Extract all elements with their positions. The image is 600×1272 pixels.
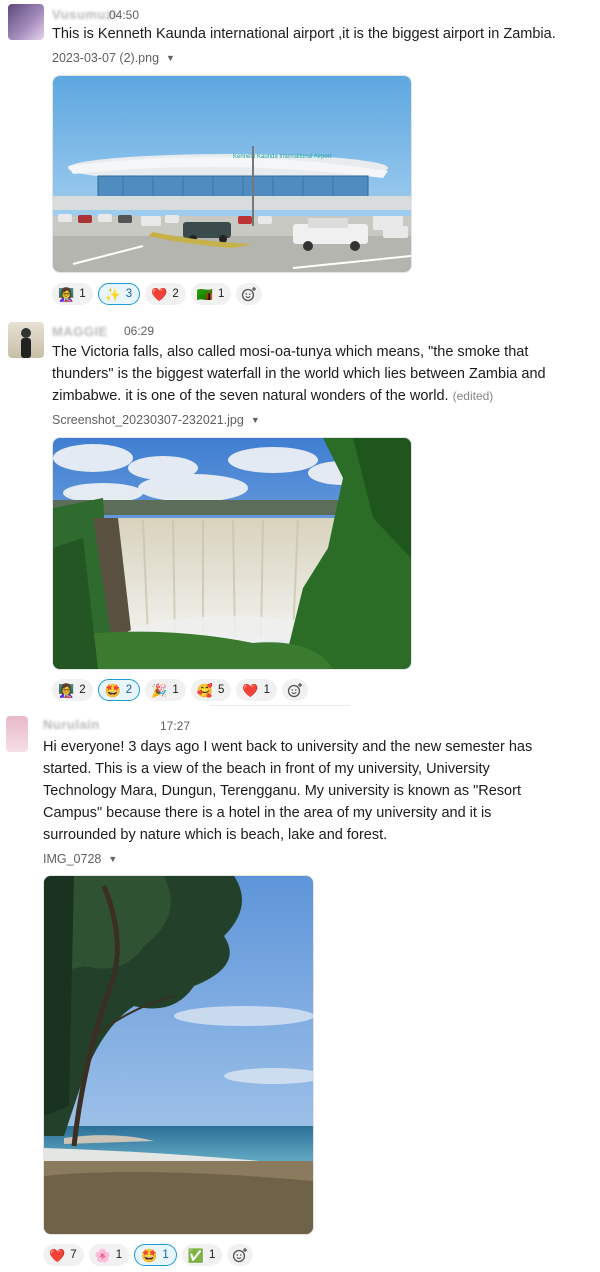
reaction-pill[interactable]: ❤️ 2 — [145, 283, 186, 305]
reaction-emoji: ❤️ — [242, 682, 259, 698]
reaction-emoji: 🌸 — [94, 1247, 111, 1263]
reaction-pill[interactable]: ❤️ 7 — [43, 1244, 84, 1266]
reaction-pill[interactable]: 🌸 1 — [88, 1244, 130, 1266]
airport-image: Kenneth Kaunda International Airport — [53, 76, 411, 272]
reaction-pill[interactable]: ✅ 1 — [181, 1244, 223, 1266]
file-name[interactable]: IMG_0728 ▼ — [43, 852, 117, 866]
reaction-count: 2 — [125, 684, 133, 696]
beach-image — [44, 876, 313, 1234]
reactions-bar: ❤️ 7 🌸 1 🤩 1 ✅ 1 — [43, 1244, 254, 1266]
message-text: Hi everyone! 3 days ago I went back to u… — [43, 739, 533, 843]
image-attachment[interactable] — [52, 437, 412, 670]
reaction-pill[interactable]: 👩‍🏫 1 — [52, 283, 93, 305]
author-name[interactable]: Nurulain — [43, 717, 100, 732]
waterfall-image — [53, 438, 411, 669]
reaction-emoji: ✨ — [104, 286, 121, 302]
reaction-emoji: 🤩 — [104, 682, 121, 698]
airport-sign: Kenneth Kaunda International Airport — [233, 154, 332, 160]
reaction-count: 1 — [79, 288, 86, 300]
reaction-pill[interactable]: 👩‍🏫 2 — [52, 679, 93, 701]
reaction-count: 7 — [70, 1249, 77, 1261]
file-name[interactable]: Screenshot_20230307-232021.jpg ▼ — [52, 413, 260, 427]
caret-down-icon[interactable]: ▼ — [108, 854, 117, 864]
image-attachment[interactable] — [43, 875, 314, 1235]
add-reaction-button[interactable] — [281, 679, 308, 701]
reaction-count: 2 — [172, 288, 179, 300]
reaction-emoji: 🤩 — [141, 1247, 158, 1263]
divider — [210, 705, 350, 706]
reaction-count: 1 — [115, 1249, 123, 1261]
reactions-bar: 👩‍🏫 2 🤩 2 🎉 1 🥰 5 ❤️ 1 — [52, 679, 308, 701]
reaction-pill[interactable]: 🤩 1 — [134, 1244, 177, 1266]
reaction-emoji: ✅ — [187, 1247, 204, 1263]
reaction-emoji: ❤️ — [49, 1247, 66, 1263]
reactions-bar: 👩‍🏫 1 ✨ 3 ❤️ 2 🇿🇲 1 — [52, 283, 263, 305]
caret-down-icon[interactable]: ▼ — [251, 415, 260, 425]
reaction-pill[interactable]: ❤️ 1 — [236, 679, 277, 701]
reaction-pill[interactable]: ✨ 3 — [97, 283, 141, 305]
reaction-count: 1 — [263, 684, 270, 696]
reaction-emoji: 🇿🇲 — [196, 286, 213, 302]
avatar[interactable] — [6, 716, 28, 752]
timestamp[interactable]: 06:29 — [124, 324, 154, 338]
reaction-count: 3 — [125, 288, 133, 300]
message-text: The Victoria falls, also called mosi-oa-… — [52, 341, 580, 407]
author-name[interactable]: MAGGIE — [52, 324, 108, 339]
message-text: This is Kenneth Kaunda international air… — [52, 26, 556, 42]
author-name[interactable]: Vusumuzi — [52, 7, 117, 22]
avatar[interactable] — [8, 322, 44, 358]
caret-down-icon[interactable]: ▼ — [166, 53, 175, 63]
reaction-pill[interactable]: 🎉 1 — [145, 679, 186, 701]
file-name-label: IMG_0728 — [43, 852, 102, 866]
edited-label: (edited) — [452, 389, 494, 403]
file-name-label: 2023-03-07 (2).png — [52, 51, 160, 65]
add-reaction-icon — [233, 1248, 248, 1263]
file-name-label: Screenshot_20230307-232021.jpg — [52, 413, 244, 427]
reaction-emoji: 👩‍🏫 — [58, 286, 75, 302]
reaction-emoji: 🎉 — [151, 682, 168, 698]
add-reaction-button[interactable] — [236, 283, 263, 305]
person-silhouette — [21, 328, 31, 358]
avatar[interactable] — [8, 4, 44, 40]
timestamp[interactable]: 04:50 — [109, 8, 139, 22]
reaction-pill[interactable]: 🥰 5 — [190, 679, 232, 701]
reaction-emoji: 👩‍🏫 — [58, 682, 75, 698]
reaction-count: 1 — [208, 1249, 216, 1261]
image-attachment[interactable]: Kenneth Kaunda International Airport — [52, 75, 412, 273]
add-reaction-icon — [242, 287, 257, 302]
reaction-pill[interactable]: 🇿🇲 1 — [190, 283, 232, 305]
add-reaction-button[interactable] — [227, 1244, 254, 1266]
add-reaction-icon — [287, 683, 302, 698]
reaction-emoji: ❤️ — [151, 286, 168, 302]
reaction-count: 5 — [217, 684, 225, 696]
reaction-count: 1 — [162, 1249, 169, 1261]
reaction-count: 2 — [79, 684, 86, 696]
timestamp[interactable]: 17:27 — [160, 719, 190, 733]
reaction-count: 1 — [172, 684, 179, 696]
file-name[interactable]: 2023-03-07 (2).png ▼ — [52, 51, 175, 65]
reaction-pill[interactable]: 🤩 2 — [97, 679, 141, 701]
reaction-count: 1 — [217, 288, 225, 300]
reaction-emoji: 🥰 — [196, 682, 213, 698]
